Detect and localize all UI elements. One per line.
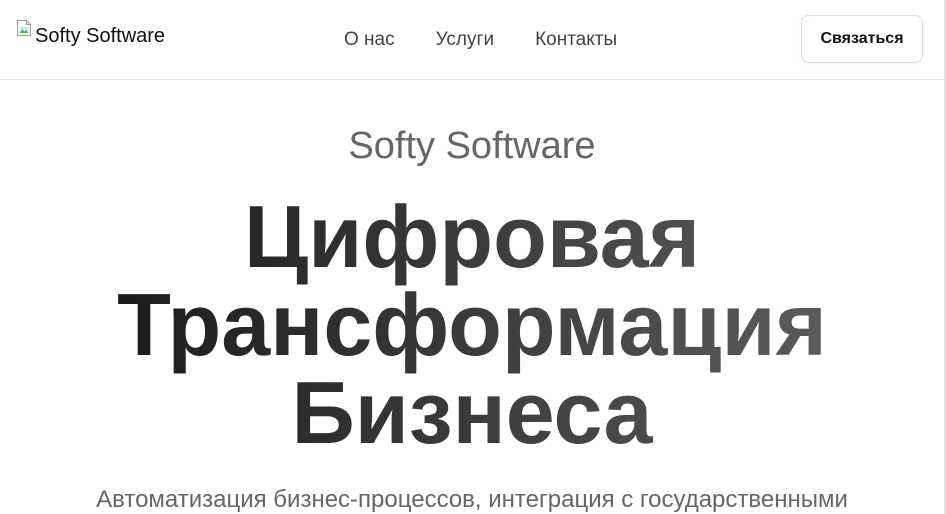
main-nav: О нас Услуги Контакты: [344, 28, 617, 52]
nav-item-services[interactable]: Услуги: [436, 28, 494, 52]
site-header: Softy Software О нас Услуги Контакты Свя…: [0, 0, 944, 80]
contact-button[interactable]: Связаться: [801, 15, 923, 63]
broken-image-icon: [17, 20, 31, 36]
hero-description: Автоматизация бизнес-процессов, интеграц…: [96, 486, 848, 513]
logo-alt-text: Softy Software: [35, 25, 166, 47]
hero-brand-name: Softy Software: [348, 125, 596, 167]
logo-link[interactable]: Softy Software: [16, 19, 176, 49]
nav-item-about[interactable]: О нас: [344, 28, 395, 52]
hero-title: Цифровая Трансформация Бизнеса: [0, 193, 944, 457]
nav-item-contacts[interactable]: Контакты: [535, 28, 617, 52]
